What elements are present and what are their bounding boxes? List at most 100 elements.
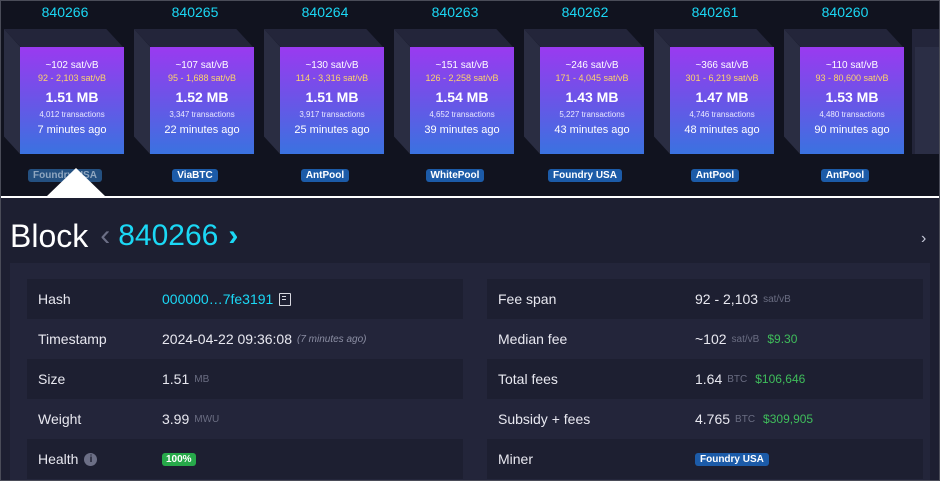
- block-card-840263[interactable]: 840263 ~151 sat/vB 126 - 2,258 sat/vB 1.…: [390, 0, 520, 197]
- pool-label: AntPool: [300, 169, 350, 182]
- weight-value: 3.99: [162, 411, 190, 427]
- next-block-partial-face: [915, 47, 940, 154]
- block-cube-face[interactable]: ~102 sat/vB 92 - 2,103 sat/vB 1.51 MB 4,…: [20, 47, 124, 154]
- block-height-link[interactable]: 840262: [520, 4, 650, 20]
- pool-label: AntPool: [820, 169, 870, 182]
- pool-badge[interactable]: AntPool: [780, 165, 910, 183]
- block-cube-top: [264, 29, 383, 47]
- detail-row-health: Health i 100%: [27, 439, 463, 479]
- pool-badge[interactable]: WhitePool: [390, 165, 520, 183]
- total-fees-usd: $106,646: [755, 372, 806, 386]
- fee-range: 301 - 6,219 sat/vB: [685, 73, 759, 83]
- pool-label: WhitePool: [425, 169, 485, 182]
- strip-divider: [0, 196, 940, 198]
- block-size: 1.54 MB: [435, 89, 489, 105]
- detail-label: Fee span: [498, 291, 557, 307]
- block-cube-top: [394, 29, 513, 47]
- pool-badge[interactable]: Foundry USA: [520, 165, 650, 183]
- tx-count: 4,012 transactions: [39, 110, 105, 119]
- pool-badge[interactable]: AntPool: [650, 165, 780, 183]
- median-fee: ~366 sat/vB: [695, 60, 749, 71]
- total-fees-value: 1.64: [695, 371, 723, 387]
- detail-row-size: Size 1.51 MB: [27, 359, 463, 399]
- subsidy-value: 4.765: [695, 411, 731, 427]
- block-height-link[interactable]: 840261: [650, 4, 780, 20]
- block-height-link[interactable]: 840260: [780, 4, 910, 20]
- detail-label: Size: [38, 371, 66, 387]
- pool-badge[interactable]: ViaBTC: [130, 165, 260, 183]
- detail-label: Subsidy + fees: [498, 411, 591, 427]
- block-card-840264[interactable]: 840264 ~130 sat/vB 114 - 3,316 sat/vB 1.…: [260, 0, 390, 197]
- tx-count: 3,347 transactions: [169, 110, 235, 119]
- detail-label: Health: [38, 451, 79, 467]
- detail-row-total-fees: Total fees 1.64 BTC $106,646: [487, 359, 923, 399]
- block-height-link[interactable]: 840263: [390, 4, 520, 20]
- median-fee-value: ~102: [695, 331, 727, 347]
- fee-span-value: 92 - 2,103: [695, 291, 759, 307]
- detail-label: Median fee: [498, 331, 568, 347]
- detail-label: Total fees: [498, 371, 558, 387]
- block-cube-face[interactable]: ~366 sat/vB 301 - 6,219 sat/vB 1.47 MB 4…: [670, 47, 774, 154]
- chevron-left-icon[interactable]: ‹: [100, 219, 110, 253]
- details-table-left: Hash 000000…7fe3191 Timestamp 2024-04-22…: [27, 279, 463, 479]
- detail-label-wrap: Health i: [27, 451, 162, 467]
- hash-link[interactable]: 000000…7fe3191: [162, 291, 273, 307]
- chevron-right-icon[interactable]: ›: [228, 219, 238, 253]
- time-ago: 48 minutes ago: [684, 124, 760, 136]
- scroll-right-icon[interactable]: ›: [921, 230, 926, 248]
- tx-count: 4,652 transactions: [429, 110, 495, 119]
- block-cube-face[interactable]: ~130 sat/vB 114 - 3,316 sat/vB 1.51 MB 3…: [280, 47, 384, 154]
- block-cube-side: [134, 29, 150, 154]
- selected-block-pointer: [47, 168, 105, 196]
- pool-label: AntPool: [690, 169, 740, 182]
- info-icon[interactable]: i: [84, 452, 98, 466]
- block-card-840265[interactable]: 840265 ~107 sat/vB 95 - 1,688 sat/vB 1.5…: [130, 0, 260, 197]
- detail-row-weight: Weight 3.99 MWU: [27, 399, 463, 439]
- block-cube-face[interactable]: ~246 sat/vB 171 - 4,045 sat/vB 1.43 MB 5…: [540, 47, 644, 154]
- block-cube-side: [394, 29, 410, 154]
- miner-badge[interactable]: Foundry USA: [695, 452, 769, 466]
- block-height-link[interactable]: 840265: [130, 4, 260, 20]
- median-fee: ~102 sat/vB: [45, 60, 99, 71]
- block-height-title: 840266: [118, 219, 219, 252]
- detail-row-subsidy: Subsidy + fees 4.765 BTC $309,905: [487, 399, 923, 439]
- tx-count: 3,917 transactions: [299, 110, 365, 119]
- block-cube-side: [264, 29, 280, 154]
- health-badge[interactable]: 100%: [162, 452, 196, 466]
- total-fees-unit: BTC: [727, 373, 748, 385]
- detail-label: Hash: [38, 291, 71, 307]
- block-cube-side: [4, 29, 20, 154]
- median-fee: ~130 sat/vB: [305, 60, 359, 71]
- details-table-right: Fee span 92 - 2,103 sat/vB Median fee ~1…: [487, 279, 923, 479]
- block-cube-side: [524, 29, 540, 154]
- block-size: 1.43 MB: [565, 89, 619, 105]
- pool-badge[interactable]: AntPool: [260, 165, 390, 183]
- block-cube-face[interactable]: ~110 sat/vB 93 - 80,600 sat/vB 1.53 MB 4…: [800, 47, 904, 154]
- time-ago: 43 minutes ago: [554, 124, 630, 136]
- copy-icon[interactable]: [279, 292, 292, 306]
- blockchain-strip: 840266 ~102 sat/vB 92 - 2,103 sat/vB 1.5…: [0, 0, 940, 197]
- block-cube-top: [134, 29, 253, 47]
- block-cube-face[interactable]: ~151 sat/vB 126 - 2,258 sat/vB 1.54 MB 4…: [410, 47, 514, 154]
- pool-label: ViaBTC: [172, 169, 218, 182]
- block-size: 1.47 MB: [695, 89, 749, 105]
- block-cube-face[interactable]: ~107 sat/vB 95 - 1,688 sat/vB 1.52 MB 3,…: [150, 47, 254, 154]
- detail-label: Weight: [38, 411, 82, 427]
- block-card-840262[interactable]: 840262 ~246 sat/vB 171 - 4,045 sat/vB 1.…: [520, 0, 650, 197]
- block-card-840261[interactable]: 840261 ~366 sat/vB 301 - 6,219 sat/vB 1.…: [650, 0, 780, 197]
- block-size: 1.53 MB: [825, 89, 879, 105]
- block-size: 1.52 MB: [175, 89, 229, 105]
- block-cube-top: [654, 29, 773, 47]
- detail-label: Timestamp: [38, 331, 107, 347]
- detail-row-hash: Hash 000000…7fe3191: [27, 279, 463, 319]
- block-height-link[interactable]: 840266: [0, 4, 130, 20]
- timestamp-value: 2024-04-22 09:36:08: [162, 331, 292, 347]
- detail-row-timestamp: Timestamp 2024-04-22 09:36:08 (7 minutes…: [27, 319, 463, 359]
- block-height-link[interactable]: 840264: [260, 4, 390, 20]
- fee-range: 92 - 2,103 sat/vB: [37, 73, 107, 83]
- block-cube-side: [784, 29, 800, 154]
- block-card-840260[interactable]: 840260 ~110 sat/vB 93 - 80,600 sat/vB 1.…: [780, 0, 910, 197]
- median-fee: ~151 sat/vB: [435, 60, 489, 71]
- block-header: Block ‹ 840266 ›: [10, 214, 238, 258]
- detail-row-fee-span: Fee span 92 - 2,103 sat/vB: [487, 279, 923, 319]
